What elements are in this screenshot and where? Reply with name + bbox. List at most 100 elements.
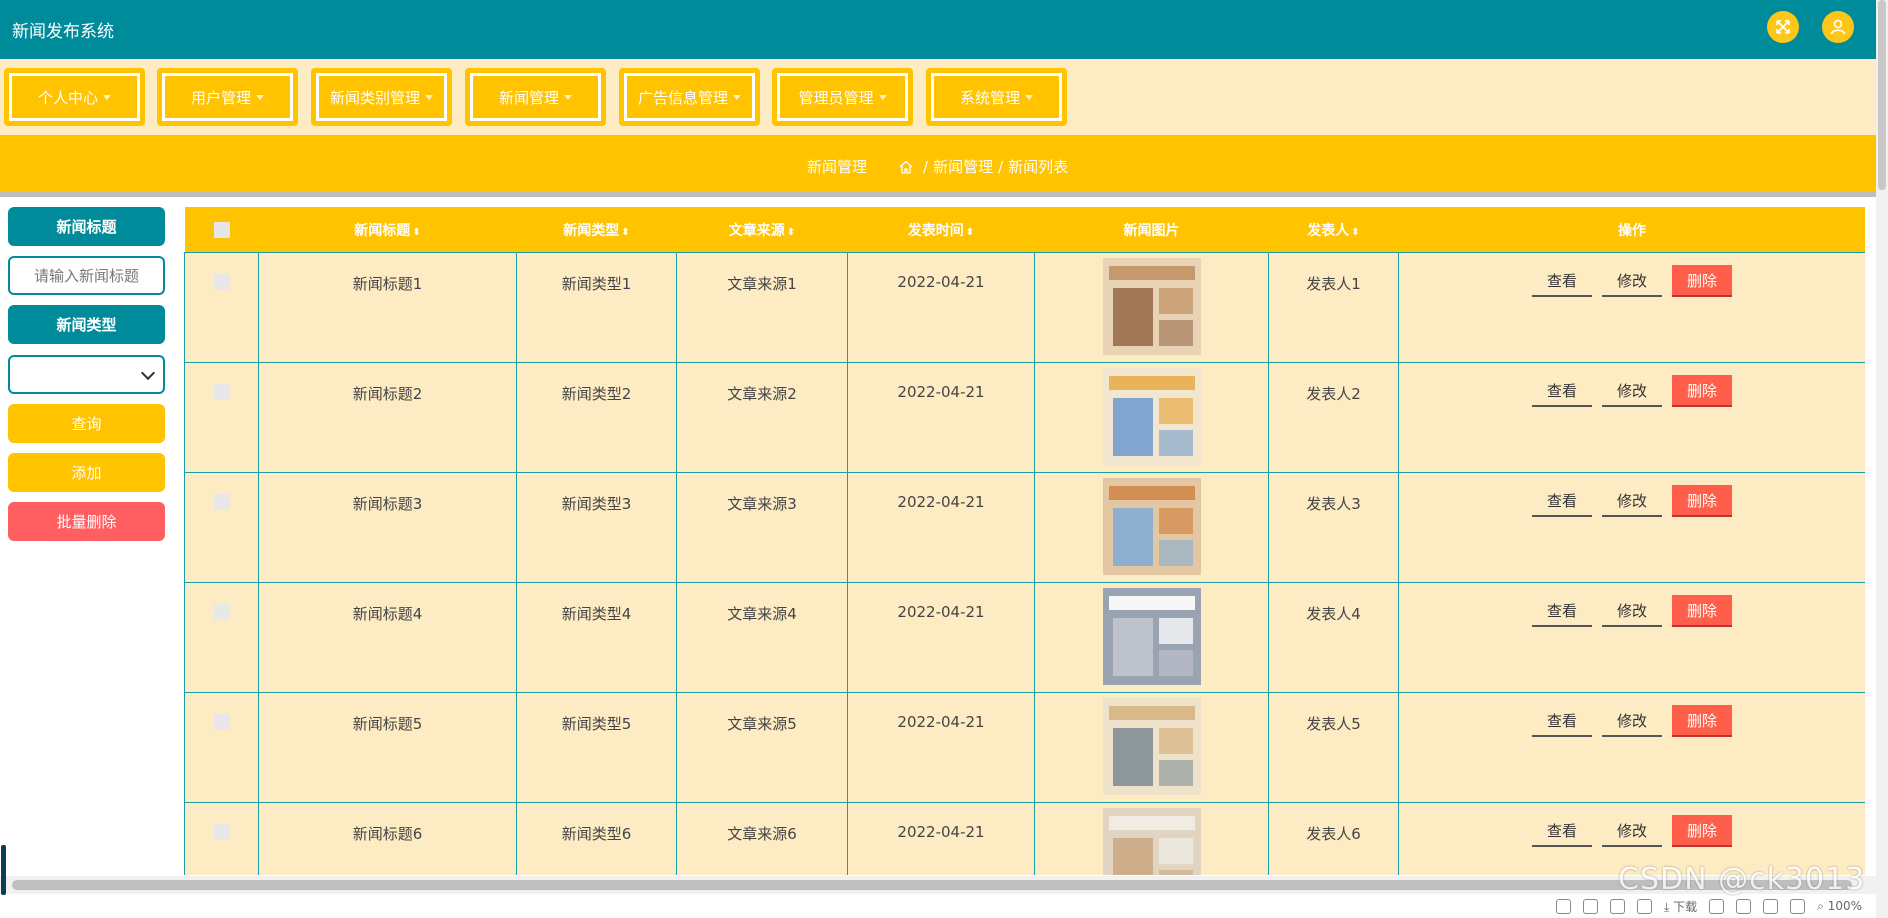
news-source: 文章来源3 (727, 495, 797, 513)
source-cell: 文章来源6 (676, 802, 848, 875)
sort-icon[interactable]: ⬍ (787, 227, 795, 238)
view-button[interactable]: 查看 (1532, 485, 1592, 517)
caret-down-icon (733, 94, 741, 100)
home-icon[interactable] (898, 159, 914, 175)
column-header-type[interactable]: 新闻类型 ⬍ (516, 207, 677, 253)
sort-icon[interactable]: ⬍ (966, 227, 974, 238)
row-checkbox[interactable] (213, 384, 230, 400)
delete-button[interactable]: 删除 (1672, 705, 1732, 737)
download-label: 下载 (1673, 899, 1698, 914)
delete-button[interactable]: 删除 (1672, 485, 1732, 517)
time-cell: 2022-04-21 (847, 692, 1035, 803)
edit-button[interactable]: 修改 (1602, 815, 1662, 847)
column-header-source[interactable]: 文章来源 ⬍ (676, 207, 848, 253)
news-image[interactable] (1102, 698, 1201, 795)
sort-icon[interactable]: ⬍ (412, 227, 420, 238)
news-type: 新闻类型5 (561, 715, 632, 733)
news-image[interactable] (1102, 368, 1201, 465)
news-image[interactable] (1102, 258, 1201, 355)
devices-icon[interactable] (1709, 898, 1725, 914)
type-cell: 新闻类型4 (516, 582, 677, 693)
window-icon[interactable] (1763, 898, 1779, 914)
rocket-icon[interactable] (1637, 898, 1652, 914)
breadcrumb-item-news-list: 新闻列表 (1008, 158, 1069, 176)
news-image[interactable] (1102, 588, 1201, 685)
nav-item-system-management[interactable]: 系统管理 (926, 68, 1067, 126)
breadcrumb-item-news-management[interactable]: 新闻管理 (933, 156, 993, 177)
row-checkbox[interactable] (213, 824, 230, 840)
delete-button[interactable]: 删除 (1672, 595, 1732, 627)
nav-item-user-management[interactable]: 用户管理 (157, 68, 298, 126)
sort-icon[interactable]: ⬍ (1351, 227, 1359, 238)
delete-button[interactable]: 删除 (1672, 265, 1732, 297)
row-checkbox-cell (184, 802, 259, 875)
delete-button[interactable]: 删除 (1672, 815, 1732, 847)
view-button[interactable]: 查看 (1532, 265, 1592, 297)
news-author: 发表人2 (1306, 385, 1361, 403)
column-header-label: 发表时间 (907, 222, 964, 239)
title-cell: 新闻标题2 (258, 362, 517, 473)
column-header-label: 新闻图片 (1123, 222, 1180, 239)
chevron-down-icon (140, 365, 156, 381)
title-filter-label: 新闻标题 (8, 207, 165, 246)
news-image[interactable] (1102, 808, 1201, 875)
main-nav: 个人中心 用户管理 新闻类别管理 新闻管理 广告信息管理 管理员管理 系统管理 (0, 59, 1876, 135)
column-header-author[interactable]: 发表人 ⬍ (1268, 207, 1399, 253)
speaker-icon[interactable] (1790, 898, 1806, 914)
select-all-cell (184, 207, 259, 253)
delete-button[interactable]: 删除 (1672, 375, 1732, 407)
row-checkbox[interactable] (213, 494, 230, 510)
sort-icon[interactable]: ⬍ (621, 227, 629, 238)
table-row: 新闻标题5 新闻类型5 文章来源5 2022-04-21 发表人5 查看 修改 … (184, 692, 1865, 803)
browser-status-bar: ⤓ 下载 ⌕ 100% (1480, 894, 1876, 918)
vertical-scrollbar[interactable] (1876, 0, 1888, 918)
zoom-control[interactable]: ⌕ 100% (1817, 899, 1862, 914)
vertical-scrollbar-thumb[interactable] (1878, 0, 1886, 190)
nav-item-category-management[interactable]: 新闻类别管理 (311, 68, 452, 126)
shield-icon[interactable] (1556, 898, 1571, 914)
heart-icon[interactable] (1610, 898, 1625, 914)
user-avatar-icon[interactable] (1822, 11, 1854, 43)
search-button[interactable]: 查询 (8, 404, 165, 443)
column-header-actions: 操作 (1398, 207, 1865, 253)
news-image[interactable] (1102, 478, 1201, 575)
edit-button[interactable]: 修改 (1602, 705, 1662, 737)
top-bar: 新闻发布系统 (0, 0, 1876, 59)
column-header-time[interactable]: 发表时间 ⬍ (847, 207, 1035, 253)
nav-item-news-management[interactable]: 新闻管理 (465, 68, 606, 126)
add-button[interactable]: 添加 (8, 453, 165, 492)
row-checkbox[interactable] (213, 714, 230, 730)
news-title: 新闻标题6 (352, 825, 423, 843)
horizontal-scrollbar-thumb[interactable] (12, 880, 1852, 890)
nav-item-admin-management[interactable]: 管理员管理 (772, 68, 913, 126)
edit-button[interactable]: 修改 (1602, 595, 1662, 627)
view-button[interactable]: 查看 (1532, 595, 1592, 627)
view-button[interactable]: 查看 (1532, 815, 1592, 847)
type-filter-label: 新闻类型 (8, 305, 165, 344)
batch-delete-button[interactable]: 批量删除 (8, 502, 165, 541)
edit-button[interactable]: 修改 (1602, 485, 1662, 517)
news-source: 文章来源6 (727, 825, 797, 843)
row-checkbox[interactable] (213, 274, 230, 290)
news-type: 新闻类型4 (561, 605, 632, 623)
browser-icon[interactable] (1736, 898, 1752, 914)
view-button[interactable]: 查看 (1532, 705, 1592, 737)
edit-button[interactable]: 修改 (1602, 375, 1662, 407)
type-select[interactable] (8, 355, 165, 394)
nav-item-label: 新闻管理 (498, 88, 559, 107)
nav-item-ad-management[interactable]: 广告信息管理 (619, 68, 760, 126)
row-checkbox[interactable] (213, 604, 230, 620)
fullscreen-icon[interactable] (1767, 11, 1799, 43)
view-button[interactable]: 查看 (1532, 375, 1592, 407)
time-cell: 2022-04-21 (847, 582, 1035, 693)
column-header-title[interactable]: 新闻标题 ⬍ (258, 207, 517, 253)
edit-button[interactable]: 修改 (1602, 265, 1662, 297)
resize-handle[interactable] (1, 845, 6, 895)
select-all-checkbox[interactable] (213, 221, 230, 238)
image-icon[interactable] (1583, 898, 1598, 914)
nav-item-personal-center[interactable]: 个人中心 (4, 68, 145, 126)
horizontal-scrollbar[interactable] (0, 876, 1876, 894)
title-search-input[interactable] (8, 256, 165, 295)
caret-down-icon (564, 94, 572, 100)
download-link[interactable]: ⤓ 下载 (1664, 898, 1697, 915)
